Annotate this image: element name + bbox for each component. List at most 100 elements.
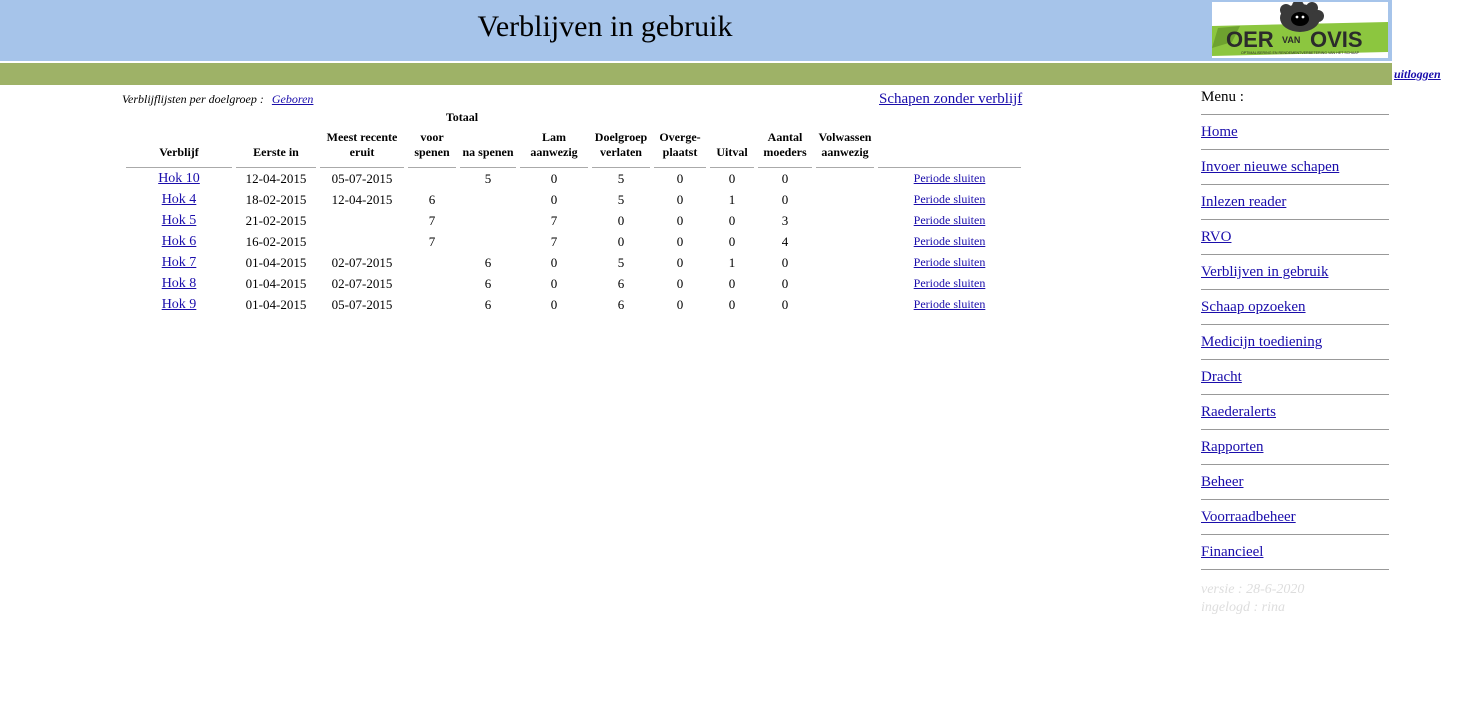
col-na-spenen: na spenen [460,130,516,168]
enclosure-link[interactable]: Hok 10 [158,171,200,186]
enclosures-table: Totaal Verblijf Eerste in Meest recente e… [122,110,1025,315]
menu-link-voorraadbeheer[interactable]: Voorraadbeheer [1201,509,1296,525]
cell-volwassen-aanwezig [816,273,874,294]
menu-item: Schaap opzoeken [1201,290,1389,325]
cell-volwassen-aanwezig [816,294,874,315]
menu-title: Menu : [1201,88,1389,115]
sheep-without-enclosure-link[interactable]: Schapen zonder verblijf [879,91,1022,108]
close-period-link[interactable]: Periode sluiten [914,213,986,227]
cell-voor-spenen [408,273,456,294]
cell-lam-aanwezig: 7 [550,234,558,249]
cell-lam-aanwezig: 7 [550,213,558,228]
close-period-link[interactable]: Periode sluiten [914,255,986,269]
table-row: Hok 7 01-04-2015 02-07-2015 6 0 5 0 1 0 Periode s… [126,252,1021,273]
menu-item: Home [1201,115,1389,150]
cell-na-spenen [460,231,516,252]
cell-lam-aanwezig: 0 [550,297,558,312]
enclosure-link[interactable]: Hok 5 [162,213,197,228]
enclosure-link[interactable]: Hok 7 [162,255,197,270]
cell-meest-recente-eruit: 02-07-2015 [331,276,393,291]
logo-text-van: VAN [1282,35,1300,45]
col-verblijf: Verblijf [126,130,232,168]
cell-volwassen-aanwezig [816,252,874,273]
enclosure-link[interactable]: Hok 8 [162,276,197,291]
cell-lam-aanwezig: 0 [550,255,558,270]
menu-link-medicijn-toediening[interactable]: Medicijn toediening [1201,334,1322,350]
cell-eerste-in: 18-02-2015 [245,192,307,207]
col-voor-spenen: voor spenen [408,130,456,168]
menu-link-home[interactable]: Home [1201,124,1238,140]
menu-link-rapporten[interactable]: Rapporten [1201,439,1263,455]
col-volwassen-aanwezig: Volwassen aanwezig [816,130,874,168]
cell-doelgroep-verlaten: 6 [617,297,625,312]
table-header-row: Verblijf Eerste in Meest recente eruit vo… [126,130,1021,168]
cell-voor-spenen [408,168,456,189]
cell-na-spenen: 6 [484,297,492,312]
cell-overgeplaatst: 0 [676,255,684,270]
cell-uitval: 0 [728,234,736,249]
cell-meest-recente-eruit: 12-04-2015 [331,192,393,207]
cell-overgeplaatst: 0 [676,276,684,291]
version-text: versie : 28-6-2020 [1201,582,1305,597]
menu-link-rvo[interactable]: RVO [1201,229,1231,245]
logo-graphic: OER VAN OVIS OPTIMALISERING EN RENDEMENT… [1212,2,1388,56]
cell-uitval: 0 [728,297,736,312]
menu-items: Home Invoer nieuwe schapen Inlezen reader R… [1201,115,1389,570]
menu-item: Rapporten [1201,430,1389,465]
header-bar: Verblijven in gebruik OER VAN OVIS OPTIM… [0,0,1392,61]
menu-link-invoer-nieuwe-schapen[interactable]: Invoer nieuwe schapen [1201,159,1339,175]
cell-voor-spenen: 7 [428,234,436,249]
enclosure-link[interactable]: Hok 6 [162,234,197,249]
col-aantal-moeders: Aantal moeders [758,130,812,168]
cell-lam-aanwezig: 0 [550,192,558,207]
close-period-link[interactable]: Periode sluiten [914,234,986,248]
menu-link-inlezen-reader[interactable]: Inlezen reader [1201,194,1286,210]
cell-doelgroep-verlaten: 6 [617,276,625,291]
menu-link-financieel[interactable]: Financieel [1201,544,1263,560]
cell-meest-recente-eruit: 02-07-2015 [331,255,393,270]
menu-link-verblijven-in-gebruik[interactable]: Verblijven in gebruik [1201,264,1328,280]
cell-na-spenen: 6 [484,276,492,291]
table-group-header-row: Totaal [126,110,1021,130]
cell-aantal-moeders: 4 [781,234,789,249]
close-period-link[interactable]: Periode sluiten [914,171,986,185]
cell-voor-spenen [408,294,456,315]
close-period-link[interactable]: Periode sluiten [914,297,986,311]
cell-aantal-moeders: 0 [781,276,789,291]
cell-overgeplaatst: 0 [676,171,684,186]
menu-item: Dracht [1201,360,1389,395]
cell-aantal-moeders: 0 [781,255,789,270]
cell-voor-spenen [408,252,456,273]
menu-link-schaap-opzoeken[interactable]: Schaap opzoeken [1201,299,1306,315]
cell-volwassen-aanwezig [816,210,874,231]
cell-overgeplaatst: 0 [676,213,684,228]
close-period-link[interactable]: Periode sluiten [914,276,986,290]
menu-item: Verblijven in gebruik [1201,255,1389,290]
cell-meest-recente-eruit: 05-07-2015 [331,171,393,186]
menu-footer: versie : 28-6-2020 ingelogd : rina [1201,581,1389,617]
cell-overgeplaatst: 0 [676,297,684,312]
logout-link[interactable]: uitloggen [1394,67,1441,82]
col-lam-aanwezig: Lam aanwezig [520,130,588,168]
close-period-link[interactable]: Periode sluiten [914,192,986,206]
cell-na-spenen [460,210,516,231]
menu-link-beheer[interactable]: Beheer [1201,474,1243,490]
table-row: Hok 5 21-02-2015 7 7 0 0 0 3 Periode sluiten [126,210,1021,231]
cell-aantal-moeders: 0 [781,171,789,186]
table-row: Hok 8 01-04-2015 02-07-2015 6 0 6 0 0 0 Periode s… [126,273,1021,294]
enclosure-link[interactable]: Hok 9 [162,297,197,312]
enclosure-link[interactable]: Hok 4 [162,192,197,207]
cell-na-spenen: 6 [484,255,492,270]
menu-link-raederalerts[interactable]: Raederalerts [1201,404,1276,420]
group-filter-geboren-link[interactable]: Geboren [272,92,314,106]
table-row: Hok 10 12-04-2015 05-07-2015 5 0 5 0 0 0 Periode … [126,168,1021,189]
menu-link-dracht[interactable]: Dracht [1201,369,1242,385]
cell-volwassen-aanwezig [816,168,874,189]
totaal-group-header: Totaal [445,110,479,124]
cell-uitval: 0 [728,276,736,291]
logo-text-oer: OER [1226,27,1274,52]
menu-item: Voorraadbeheer [1201,500,1389,535]
logo-text-ovis: OVIS [1310,27,1363,52]
table-row: Hok 9 01-04-2015 05-07-2015 6 0 6 0 0 0 Periode s… [126,294,1021,315]
col-meest-recente-eruit: Meest recente eruit [320,130,404,168]
